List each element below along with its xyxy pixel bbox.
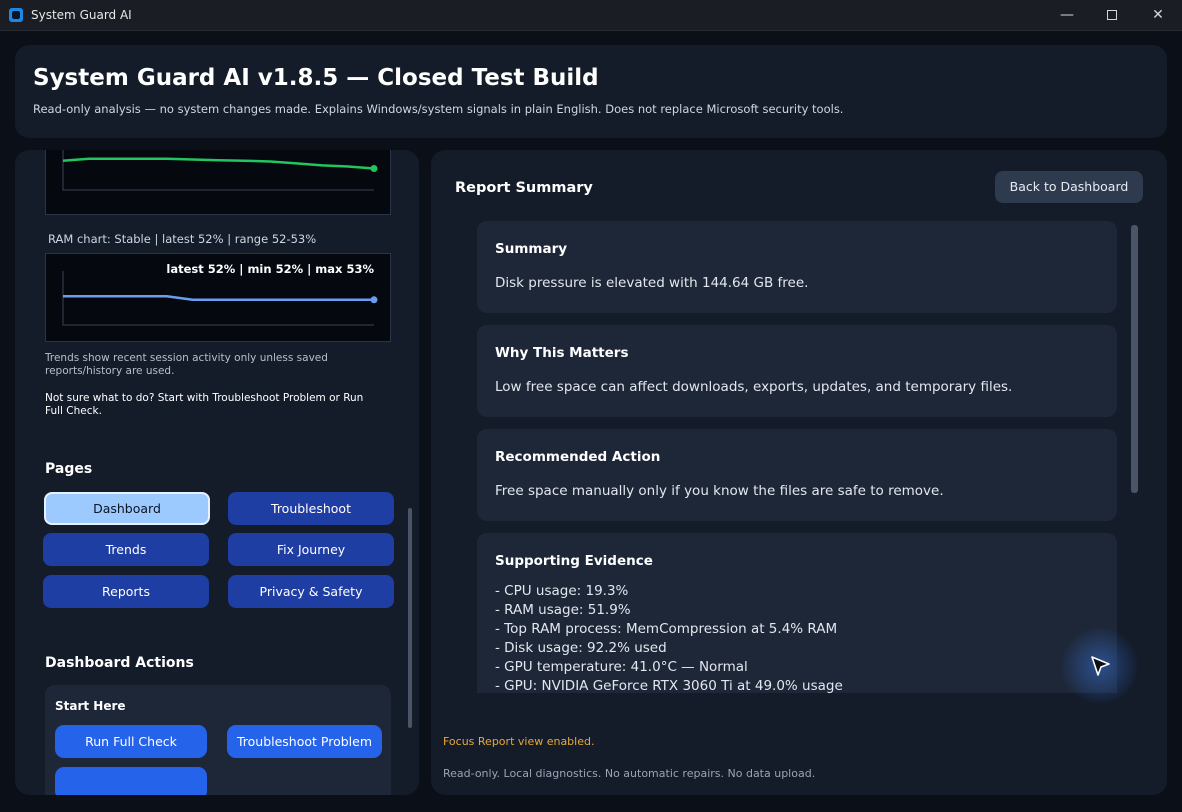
nav-fix-journey-button[interactable]: Fix Journey xyxy=(228,533,394,566)
page-title: System Guard AI v1.8.5 — Closed Test Bui… xyxy=(33,65,599,91)
nav-reports-button[interactable]: Reports xyxy=(43,575,209,608)
card-body: Disk pressure is elevated with 144.64 GB… xyxy=(495,275,809,291)
nav-dashboard-button[interactable]: Dashboard xyxy=(44,492,210,525)
card-title: Supporting Evidence xyxy=(495,553,653,569)
recommended-action-card: Recommended Action Free space manually o… xyxy=(477,429,1117,521)
maximize-icon xyxy=(1107,10,1117,20)
focus-status-text: Focus Report view enabled. xyxy=(443,735,595,748)
trends-note: Trends show recent session activity only… xyxy=(45,352,328,377)
mouse-pointer-icon xyxy=(1091,656,1110,676)
ram-chart-latest-point xyxy=(370,296,378,304)
app-logo-icon xyxy=(9,8,23,22)
report-summary-heading: Report Summary xyxy=(455,180,593,196)
getting-started-hint: Not sure what to do? Start with Troubles… xyxy=(45,392,364,417)
cpu-chart-series-line xyxy=(62,157,375,170)
nav-troubleshoot-button[interactable]: Troubleshoot xyxy=(228,492,394,525)
nav-privacy-safety-button[interactable]: Privacy & Safety xyxy=(228,575,394,608)
card-body: Free space manually only if you know the… xyxy=(495,483,944,499)
report-panel: Report Summary Back to Dashboard Summary… xyxy=(431,150,1167,795)
cpu-chart-axes xyxy=(62,150,374,191)
report-scrollbar[interactable] xyxy=(1131,225,1138,493)
nav-trends-button[interactable]: Trends xyxy=(43,533,209,566)
window-title: System Guard AI xyxy=(31,8,132,22)
list-item: - RAM usage: 51.9% xyxy=(495,602,631,618)
ram-chart-series-line xyxy=(63,294,374,302)
summary-card: Summary Disk pressure is elevated with 1… xyxy=(477,221,1117,313)
header-card: System Guard AI v1.8.5 — Closed Test Bui… xyxy=(15,45,1167,138)
minimize-button[interactable]: — xyxy=(1044,0,1090,31)
sidebar-scrollbar[interactable] xyxy=(408,508,412,728)
list-item: - GPU: NVIDIA GeForce RTX 3060 Ti at 49.… xyxy=(495,678,843,693)
ram-trend-chart: latest 52% | min 52% | max 53% xyxy=(45,253,391,342)
start-here-card: Start Here Run Full Check Troubleshoot P… xyxy=(45,685,391,795)
back-to-dashboard-button[interactable]: Back to Dashboard xyxy=(995,171,1143,203)
cpu-trend-chart xyxy=(45,150,391,215)
cpu-chart-latest-point xyxy=(370,165,378,172)
pages-heading: Pages xyxy=(45,461,93,477)
close-icon: ✕ xyxy=(1152,7,1164,23)
footer-disclaimer: Read-only. Local diagnostics. No automat… xyxy=(443,767,816,780)
evidence-list: - CPU usage: 19.3% - RAM usage: 51.9% - … xyxy=(495,582,843,693)
more-actions-button[interactable] xyxy=(55,767,207,795)
list-item: - Top RAM process: MemCompression at 5.4… xyxy=(495,621,838,637)
supporting-evidence-card: Supporting Evidence - CPU usage: 19.3% -… xyxy=(477,533,1117,693)
ram-chart-stats: latest 52% | min 52% | max 53% xyxy=(166,262,374,276)
start-here-title: Start Here xyxy=(55,699,126,713)
card-title: Recommended Action xyxy=(495,449,661,465)
why-this-matters-card: Why This Matters Low free space can affe… xyxy=(477,325,1117,417)
minimize-icon: — xyxy=(1060,7,1074,23)
list-item: - GPU temperature: 41.0°C — Normal xyxy=(495,659,748,675)
troubleshoot-problem-button[interactable]: Troubleshoot Problem xyxy=(227,725,382,758)
cpu-chart-svg xyxy=(62,150,378,191)
dashboard-actions-heading: Dashboard Actions xyxy=(45,655,194,671)
close-button[interactable]: ✕ xyxy=(1135,0,1181,31)
sidebar-panel: RAM chart: Stable | latest 52% | range 5… xyxy=(15,150,419,795)
maximize-button[interactable] xyxy=(1089,0,1135,31)
page-subtitle: Read-only analysis — no system changes m… xyxy=(33,102,844,116)
card-title: Summary xyxy=(495,241,568,257)
list-item: - CPU usage: 19.3% xyxy=(495,583,629,599)
run-full-check-button[interactable]: Run Full Check xyxy=(55,725,207,758)
report-scroll-area: Summary Disk pressure is elevated with 1… xyxy=(477,221,1117,693)
card-title: Why This Matters xyxy=(495,345,629,361)
card-body: Low free space can affect downloads, exp… xyxy=(495,379,1013,395)
window-titlebar: System Guard AI — ✕ xyxy=(0,0,1182,31)
list-item: - Disk usage: 92.2% used xyxy=(495,640,667,656)
ram-chart-axes xyxy=(62,271,374,326)
ram-chart-caption: RAM chart: Stable | latest 52% | range 5… xyxy=(48,232,317,246)
